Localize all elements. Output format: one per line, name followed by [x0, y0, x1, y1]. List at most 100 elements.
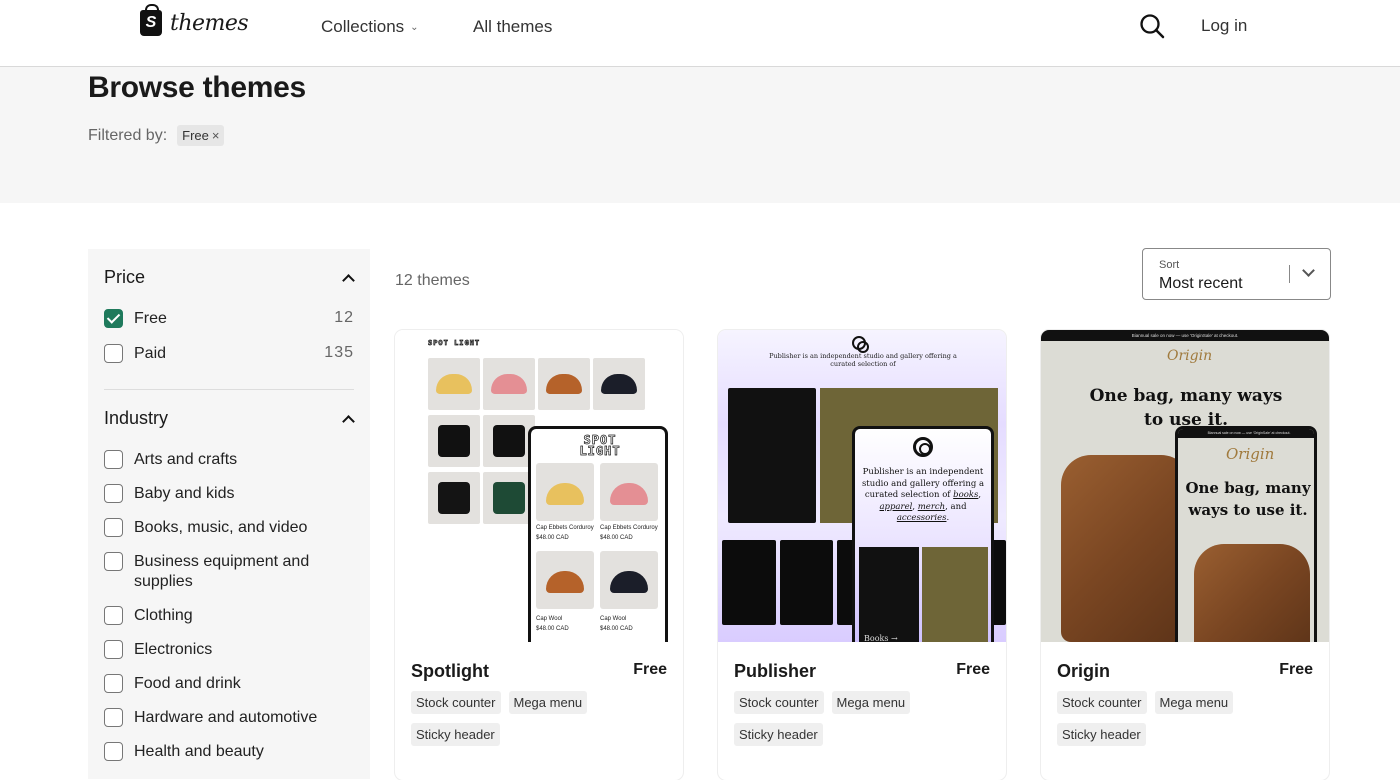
top-navigation: S themes Collections ⌄ All themes Log in: [0, 0, 1400, 67]
feature-tag: Stock counter: [1057, 691, 1147, 714]
industry-option[interactable]: Baby and kids: [104, 484, 354, 504]
option-label: Food and drink: [134, 675, 241, 692]
industry-option[interactable]: Health and beauty: [104, 742, 354, 762]
mobile-headline: Publisher is an independent studio and g…: [861, 467, 985, 523]
theme-preview-image[interactable]: Biannual sale on now — use 'OriginSale' …: [1041, 330, 1329, 642]
sort-select[interactable]: Sort Most recent: [1142, 248, 1331, 300]
product-price: $48.00 CAD: [600, 626, 633, 632]
bag-image: [1061, 455, 1191, 642]
nav-all-themes-label: All themes: [473, 17, 553, 36]
industry-option[interactable]: Hardware and automotive: [104, 708, 354, 728]
results-count: 12 themes: [395, 272, 470, 289]
login-link[interactable]: Log in: [1201, 16, 1247, 36]
checkbox[interactable]: [104, 742, 123, 761]
industry-filter-title: Industry: [104, 408, 169, 428]
price-filter-header[interactable]: Price: [104, 267, 354, 288]
product-thumb: [428, 472, 480, 524]
theme-card-publisher[interactable]: Publisher is an independent studio and g…: [718, 330, 1006, 780]
theme-preview-image[interactable]: Publisher is an independent studio and g…: [718, 330, 1006, 642]
page-title: Browse themes: [88, 71, 306, 104]
link-apparel: apparel: [879, 501, 913, 512]
option-count: 12: [334, 309, 354, 326]
industry-option[interactable]: Business equipment and supplies: [104, 552, 324, 592]
product-name: Cap Ebbets Corduroy: [536, 525, 594, 531]
sort-separator: [1289, 265, 1290, 283]
announcement-bar: Biannual sale on now — use 'OriginSale' …: [1178, 429, 1314, 438]
shopify-themes-logo[interactable]: S themes: [140, 4, 249, 36]
product-thumb: [538, 358, 590, 410]
product-name: Cap Wool: [600, 616, 627, 622]
logo-text: themes: [170, 10, 249, 36]
filter-chip-label: Free: [182, 128, 209, 143]
theme-price: Free: [956, 661, 990, 678]
nav-collections[interactable]: Collections ⌄: [321, 17, 419, 37]
close-icon[interactable]: ×: [212, 128, 220, 143]
theme-price: Free: [1279, 661, 1313, 678]
industry-option[interactable]: Food and drink: [104, 674, 354, 694]
checkbox[interactable]: [104, 640, 123, 659]
headline-text: Publisher is an independent studio and g…: [769, 352, 957, 368]
theme-preview-image[interactable]: SPOT LIGHT SPOT LIGHT Cap Ebbets Corduro…: [395, 330, 683, 642]
option-label: Books, music, and video: [134, 519, 308, 536]
preview-headline: One bag, many ways to use it.: [1089, 386, 1283, 430]
feature-tag: Stock counter: [411, 691, 501, 714]
product-thumb: [536, 551, 594, 609]
publisher-logo-icon: [852, 336, 869, 353]
filter-sidebar: Price Free 12 Paid 135 Industry Arts and…: [88, 249, 370, 779]
option-label: Hardware and automotive: [134, 709, 318, 726]
shopify-bag-icon: S: [140, 4, 162, 36]
nav-all-themes[interactable]: All themes: [473, 17, 552, 37]
feature-tags: Stock counter Mega menu Sticky header: [1057, 691, 1287, 746]
link-books: books: [953, 490, 979, 500]
price-option-free[interactable]: Free 12: [104, 309, 354, 329]
checkbox[interactable]: [104, 674, 123, 693]
preview-image-dark: [728, 388, 816, 523]
product-thumb: [428, 358, 480, 410]
checkbox[interactable]: [104, 552, 123, 571]
search-icon[interactable]: [1138, 12, 1166, 40]
checkbox-free[interactable]: [104, 309, 123, 328]
product-thumb: [428, 415, 480, 467]
announcement-bar: Biannual sale on now — use 'OriginSale' …: [1041, 330, 1329, 341]
theme-name[interactable]: Spotlight: [411, 661, 489, 682]
checkbox[interactable]: [104, 450, 123, 469]
link-accessories: accessories: [896, 513, 947, 523]
checkbox[interactable]: [104, 708, 123, 727]
price-option-paid[interactable]: Paid 135: [104, 344, 354, 364]
checkbox[interactable]: [104, 606, 123, 625]
option-label: Health and beauty: [134, 743, 264, 760]
feature-tag: Sticky header: [734, 723, 823, 746]
feature-tag: Mega menu: [1154, 691, 1234, 714]
product-thumb: [483, 358, 535, 410]
theme-card-origin[interactable]: Biannual sale on now — use 'OriginSale' …: [1041, 330, 1329, 780]
feature-tag: Sticky header: [1057, 723, 1146, 746]
theme-name[interactable]: Origin: [1057, 661, 1110, 682]
feature-tag: Mega menu: [508, 691, 588, 714]
checkbox[interactable]: [104, 518, 123, 537]
industry-filter-header[interactable]: Industry: [104, 408, 354, 429]
product-thumb: [600, 551, 658, 609]
chevron-up-icon[interactable]: [342, 272, 354, 284]
industry-option[interactable]: Arts and crafts: [104, 450, 354, 470]
checkbox[interactable]: [104, 484, 123, 503]
theme-card-spotlight[interactable]: SPOT LIGHT SPOT LIGHT Cap Ebbets Corduro…: [395, 330, 683, 780]
price-filter-title: Price: [104, 267, 146, 287]
product-thumb: [536, 463, 594, 521]
bag-image: [1194, 544, 1310, 642]
chevron-up-icon[interactable]: [342, 413, 354, 425]
sort-label: Sort: [1159, 259, 1180, 271]
product-price: $48.00 CAD: [600, 535, 633, 541]
spotlight-logo-mobile: SPOT LIGHT: [579, 433, 621, 458]
feature-tag: Sticky header: [411, 723, 500, 746]
feature-tag: Mega menu: [831, 691, 911, 714]
sort-value: Most recent: [1159, 275, 1243, 292]
industry-option[interactable]: Books, music, and video: [104, 518, 354, 538]
filter-chip-free[interactable]: Free ×: [177, 125, 225, 146]
mobile-preview: Publisher is an independent studio and g…: [852, 426, 994, 642]
nav-collections-label: Collections: [321, 17, 405, 36]
industry-option[interactable]: Electronics: [104, 640, 354, 660]
industry-option[interactable]: Clothing: [104, 606, 354, 626]
preview-image-dark: Books →: [859, 547, 919, 642]
theme-name[interactable]: Publisher: [734, 661, 816, 682]
checkbox-paid[interactable]: [104, 344, 123, 363]
